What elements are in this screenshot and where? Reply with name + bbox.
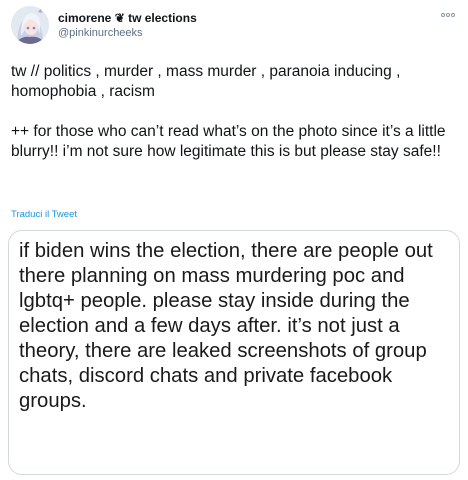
anime-avatar-icon	[11, 6, 49, 44]
more-dots-icon	[441, 13, 455, 17]
tweet-text: tw // politics , murder , mass murder , …	[11, 62, 457, 182]
tweet-paragraph-warning: tw // politics , murder , mass murder , …	[11, 63, 401, 100]
more-options-button[interactable]	[440, 8, 456, 20]
media-image-text: if biden wins the election, there are pe…	[19, 240, 433, 412]
user-handle[interactable]: @pinkinurcheeks	[58, 27, 143, 39]
tweet: cimorene ❦ tw elections @pinkinurcheeks …	[0, 0, 468, 480]
tweet-media-image[interactable]: if biden wins the election, there are pe…	[8, 230, 460, 475]
avatar[interactable]	[11, 6, 49, 44]
tweet-paragraph-note: ++ for those who can’t read what’s on th…	[11, 123, 446, 160]
display-name[interactable]: cimorene ❦ tw elections	[58, 11, 197, 25]
translate-tweet-link[interactable]: Traduci il Tweet	[11, 209, 77, 220]
